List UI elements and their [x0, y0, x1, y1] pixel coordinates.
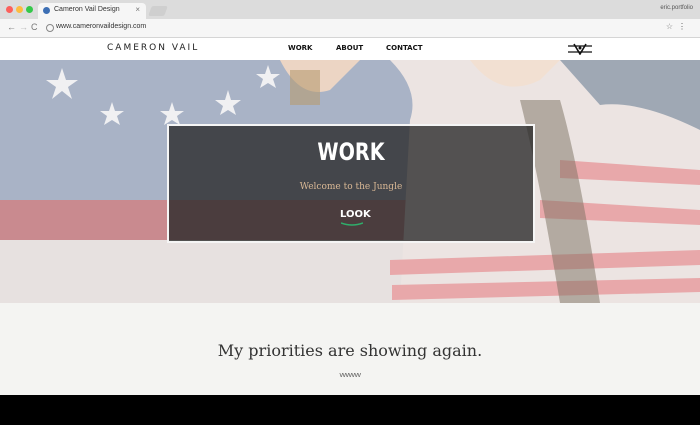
new-tab-button[interactable] — [148, 6, 168, 16]
tab-title: Cameron Vail Design — [54, 6, 120, 13]
web-page: CAMERON VAIL WORK ABOUT CONTACT WORK Wel… — [0, 38, 700, 425]
site-logo[interactable]: CAMERON VAIL — [107, 43, 199, 53]
section-tagline: My priorities are showing again. — [217, 341, 483, 360]
browser-window: Cameron Vail Design × eric.portfolio ← →… — [0, 0, 700, 425]
nav-link-work[interactable]: WORK — [288, 44, 313, 52]
url-text[interactable]: www.cameronvaildesign.com — [56, 23, 146, 30]
hero-title: WORK — [317, 138, 385, 166]
close-window-button[interactable] — [6, 6, 13, 13]
back-icon[interactable]: ← — [7, 22, 16, 32]
nav-link-contact[interactable]: CONTACT — [386, 44, 423, 52]
tab-close-icon[interactable]: × — [135, 5, 140, 14]
bookmark-star-icon[interactable]: ☆ — [666, 22, 673, 31]
browser-menu-icon[interactable]: ⋮ — [678, 22, 686, 31]
tab-cameron-vail[interactable]: Cameron Vail Design × — [38, 3, 146, 19]
dark-section — [0, 395, 700, 425]
hero-overlay-card: WORK Welcome to the Jungle LOOK — [167, 124, 535, 243]
nav-link-about[interactable]: ABOUT — [336, 44, 363, 52]
reload-icon[interactable]: C — [31, 22, 38, 32]
scroll-down-chevrons-icon[interactable]: vvvvvvv — [0, 372, 700, 379]
hero-subtitle: Welcome to the Jungle — [299, 182, 403, 192]
forward-icon[interactable]: → — [19, 22, 28, 32]
minimize-window-button[interactable] — [16, 6, 23, 13]
profile-name[interactable]: eric.portfolio — [660, 5, 693, 11]
page-info-icon[interactable] — [46, 24, 54, 32]
brand-mark-icon[interactable] — [567, 43, 593, 55]
tab-bar: Cameron Vail Design × eric.portfolio — [0, 0, 700, 19]
favicon-icon — [43, 7, 50, 14]
look-underline-icon — [341, 222, 363, 226]
url-input[interactable]: www.cameronvaildesign.com ☆ ⋮ — [42, 21, 686, 34]
site-header: CAMERON VAIL WORK ABOUT CONTACT — [0, 38, 700, 60]
maximize-window-button[interactable] — [26, 6, 33, 13]
look-link[interactable]: LOOK — [340, 209, 371, 220]
hero-section: WORK Welcome to the Jungle LOOK — [0, 60, 700, 303]
address-bar: ← → C www.cameronvaildesign.com ☆ ⋮ — [0, 19, 700, 38]
